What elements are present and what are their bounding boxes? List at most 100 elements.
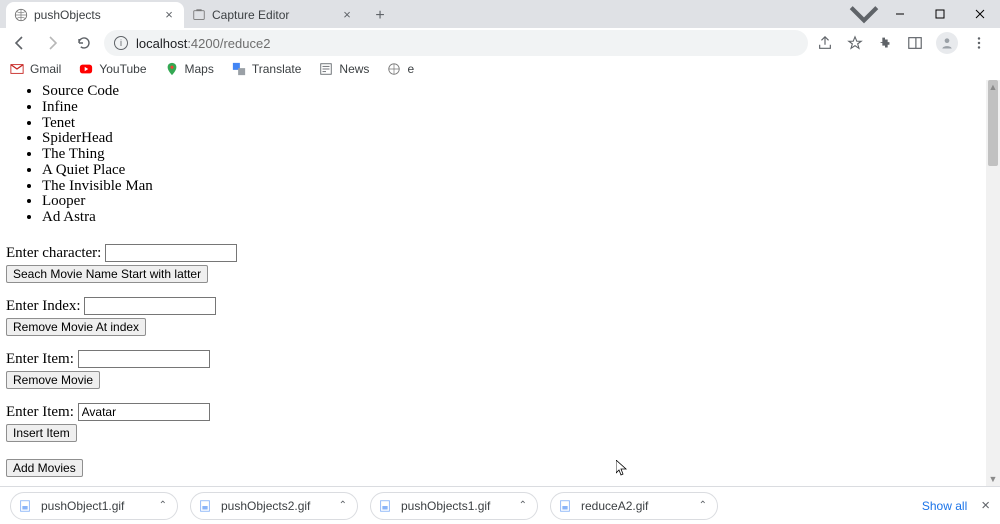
bookmarks-bar: Gmail YouTube Maps Translate News e <box>0 58 1000 80</box>
bookmark-label: Gmail <box>30 62 61 76</box>
show-all-downloads-link[interactable]: Show all <box>922 499 967 513</box>
url-path: :4200/reduce2 <box>187 36 270 51</box>
scroll-down-icon[interactable]: ▼ <box>986 472 1000 486</box>
address-bar[interactable]: i localhost:4200/reduce2 <box>104 30 808 56</box>
globe-icon <box>387 62 401 76</box>
chevron-up-icon[interactable]: ⌃ <box>159 500 167 511</box>
minimize-button[interactable] <box>880 0 920 28</box>
search-movie-button[interactable]: Seach Movie Name Start with latter <box>6 265 208 283</box>
list-item: The Thing <box>42 147 994 163</box>
kebab-menu-icon[interactable] <box>970 34 988 52</box>
download-filename: reduceA2.gif <box>581 499 691 513</box>
capture-icon <box>192 8 206 22</box>
translate-icon <box>232 62 246 76</box>
remove-index-block: Enter Index: Remove Movie At index <box>6 297 994 336</box>
list-item: Looper <box>42 194 994 210</box>
bookmark-translate[interactable]: Translate <box>232 62 302 76</box>
downloads-shelf: pushObject1.gif ⌃ pushObjects2.gif ⌃ pus… <box>0 486 1000 524</box>
chevron-up-icon[interactable]: ⌃ <box>519 500 527 511</box>
remove-at-index-button[interactable]: Remove Movie At index <box>6 318 146 336</box>
tab-search-icon[interactable] <box>848 0 880 28</box>
download-filename: pushObject1.gif <box>41 499 151 513</box>
add-movies-button[interactable]: Add Movies <box>6 459 83 477</box>
remove-item-block: Enter Item: Remove Movie <box>6 350 994 389</box>
tab-strip: pushObjects × Capture Editor × + <box>0 0 1000 28</box>
enter-character-label: Enter character: <box>6 245 101 261</box>
enter-item-label-1: Enter Item: <box>6 351 74 367</box>
list-item: The Invisible Man <box>42 179 994 195</box>
movie-list: Source Code Infine Tenet SpiderHead The … <box>6 84 994 226</box>
share-icon[interactable] <box>816 34 834 52</box>
search-char-block: Enter character: Seach Movie Name Start … <box>6 244 994 283</box>
reload-button[interactable] <box>72 31 96 55</box>
enter-character-input[interactable] <box>105 244 237 262</box>
close-icon[interactable]: × <box>340 8 354 22</box>
file-icon <box>17 498 33 514</box>
bookmark-label: Translate <box>252 62 302 76</box>
news-icon <box>319 62 333 76</box>
bookmark-gmail[interactable]: Gmail <box>10 62 61 76</box>
download-item[interactable]: pushObjects2.gif ⌃ <box>190 492 358 520</box>
address-bar-row: i localhost:4200/reduce2 <box>0 28 1000 58</box>
globe-icon <box>14 8 28 22</box>
remove-movie-button[interactable]: Remove Movie <box>6 371 100 389</box>
close-icon[interactable]: × <box>162 8 176 22</box>
chevron-up-icon[interactable]: ⌃ <box>699 500 707 511</box>
insert-item-input[interactable] <box>78 403 210 421</box>
bookmark-youtube[interactable]: YouTube <box>79 62 146 76</box>
file-icon <box>377 498 393 514</box>
enter-index-label: Enter Index: <box>6 298 81 314</box>
bookmark-e[interactable]: e <box>387 62 414 76</box>
remove-item-input[interactable] <box>78 350 210 368</box>
back-button[interactable] <box>8 31 32 55</box>
download-item[interactable]: pushObject1.gif ⌃ <box>10 492 178 520</box>
file-icon <box>557 498 573 514</box>
list-item: A Quiet Place <box>42 163 994 179</box>
enter-index-input[interactable] <box>84 297 216 315</box>
list-item: Infine <box>42 100 994 116</box>
toolbar-right <box>816 32 992 54</box>
gmail-icon <box>10 62 24 76</box>
profile-avatar[interactable] <box>936 32 958 54</box>
close-window-button[interactable] <box>960 0 1000 28</box>
bookmark-news[interactable]: News <box>319 62 369 76</box>
tab-title: pushObjects <box>34 8 162 22</box>
tab-title: Capture Editor <box>212 8 340 22</box>
new-tab-button[interactable]: + <box>368 4 392 28</box>
youtube-icon <box>79 62 93 76</box>
chevron-up-icon[interactable]: ⌃ <box>339 500 347 511</box>
download-item[interactable]: reduceA2.gif ⌃ <box>550 492 718 520</box>
page-content: Source Code Infine Tenet SpiderHead The … <box>0 80 1000 486</box>
tab-pushobjects[interactable]: pushObjects × <box>6 2 184 28</box>
page-viewport: Source Code Infine Tenet SpiderHead The … <box>0 80 1000 486</box>
sidepanel-icon[interactable] <box>906 34 924 52</box>
maps-icon <box>165 62 179 76</box>
download-filename: pushObjects1.gif <box>401 499 511 513</box>
list-item: Tenet <box>42 116 994 132</box>
file-icon <box>197 498 213 514</box>
browser-chrome: pushObjects × Capture Editor × + <box>0 0 1000 80</box>
site-info-icon[interactable]: i <box>114 36 128 50</box>
bookmark-star-icon[interactable] <box>846 34 864 52</box>
insert-item-block: Enter Item: Insert Item <box>6 403 994 442</box>
maximize-button[interactable] <box>920 0 960 28</box>
list-item: Source Code <box>42 84 994 100</box>
url-host: localhost <box>136 36 187 51</box>
insert-item-button[interactable]: Insert Item <box>6 424 77 442</box>
window-controls <box>848 0 1000 28</box>
bookmark-label: Maps <box>185 62 214 76</box>
bookmark-label: News <box>339 62 369 76</box>
close-shelf-icon[interactable]: × <box>981 497 990 514</box>
list-item: SpiderHead <box>42 131 994 147</box>
bookmark-label: YouTube <box>99 62 146 76</box>
download-filename: pushObjects2.gif <box>221 499 331 513</box>
scrollbar-track[interactable] <box>986 80 1000 486</box>
list-item: Ad Astra <box>42 210 994 226</box>
scroll-up-icon[interactable]: ▲ <box>986 80 1000 94</box>
bookmark-label: e <box>407 62 414 76</box>
extensions-icon[interactable] <box>876 34 894 52</box>
forward-button[interactable] <box>40 31 64 55</box>
bookmark-maps[interactable]: Maps <box>165 62 214 76</box>
tab-capture-editor[interactable]: Capture Editor × <box>184 2 362 28</box>
download-item[interactable]: pushObjects1.gif ⌃ <box>370 492 538 520</box>
